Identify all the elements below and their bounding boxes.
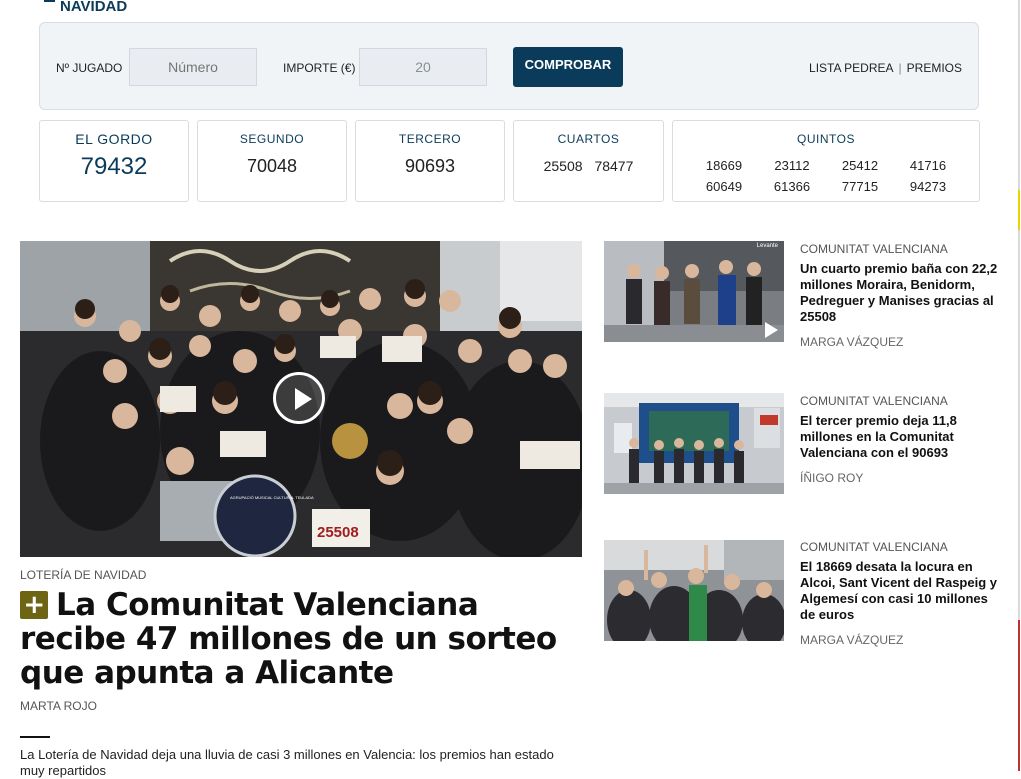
prize-quintos[interactable]: QUINTOS 18669 23112 25412 41716 60649 61… [672,120,980,202]
prize-title: QUINTOS [797,132,855,146]
play-icon[interactable] [273,372,325,424]
quinto-number: 60649 [705,179,743,194]
side-article-author[interactable]: ÍÑIGO ROY [800,471,863,485]
premios-link[interactable]: PREMIOS [907,61,962,75]
main-article-image[interactable]: 25508 AGRUPACIÓ MUSICAL CULTURAL TEULADA [20,241,582,557]
side-article-image[interactable] [604,393,784,494]
section-marker [44,0,55,2]
cuartos-numbers: 25508 78477 [514,158,663,174]
prize-tercero[interactable]: TERCERO 90693 [355,120,505,202]
cuarto-number: 25508 [543,158,583,174]
main-article-kicker[interactable]: LOTERÍA DE NAVIDAD [20,568,146,582]
sign-text: AGRUPACIÓ MUSICAL CULTURAL TEULADA [230,495,314,500]
side-article-title[interactable]: El tercer premio deja 11,8 millones en l… [800,413,1005,461]
check-button[interactable]: COMPROBAR [513,47,623,87]
side-article-author[interactable]: MARGA VÁZQUEZ [800,633,903,647]
prize-cuartos[interactable]: CUARTOS 25508 78477 [513,120,664,202]
prize-title: SEGUNDO [239,132,305,146]
lottery-checker-form: Nº JUGADO IMPORTE (€) 20 COMPROBAR LISTA… [39,22,979,110]
quinto-number: 25412 [841,158,879,173]
amount-label: IMPORTE (€) [283,61,356,75]
side-photo-3 [604,540,784,641]
plus-icon: + [20,591,48,619]
scrollbar-marker [1018,190,1020,230]
quinto-number: 23112 [774,158,810,173]
prize-number: 90693 [404,156,456,176]
quinto-number: 77715 [841,179,879,194]
number-input[interactable] [129,48,257,86]
side-article-kicker[interactable]: COMUNITAT VALENCIANA [800,540,948,554]
quinto-number: 61366 [773,179,811,194]
play-icon[interactable] [765,322,778,338]
side-photo-2 [604,393,784,494]
main-article-title[interactable]: La Comunitat Valenciana recibe 47 millon… [20,587,557,691]
side-photo-1 [604,241,784,342]
quintos-numbers: 18669 23112 25412 41716 60649 61366 7771… [673,158,979,194]
cuarto-number: 78477 [594,158,634,174]
prize-gordo[interactable]: EL GORDO 79432 [39,120,189,202]
ticket-number-text: 25508 [317,524,359,541]
prize-title: CUARTOS [557,132,620,146]
number-label: Nº JUGADO [56,61,123,75]
prize-number: 70048 [246,156,298,176]
side-article-image[interactable]: Levante [604,241,784,342]
watermark: Levante [756,243,778,249]
main-article-lead[interactable]: La Lotería de Navidad deja una lluvia de… [20,747,560,779]
checker-links: LISTA PEDREA | PREMIOS [809,61,962,75]
side-article-kicker[interactable]: COMUNITAT VALENCIANA [800,242,948,256]
side-article-kicker[interactable]: COMUNITAT VALENCIANA [800,394,948,408]
amount-input[interactable]: 20 [359,48,487,86]
prize-title: TERCERO [398,132,462,146]
link-separator: | [898,61,902,75]
prize-title: EL GORDO [75,131,153,147]
side-article-author[interactable]: MARGA VÁZQUEZ [800,335,903,349]
side-article-title[interactable]: El 18669 desata la locura en Alcoi, Sant… [800,559,1005,623]
divider [20,736,50,738]
main-article-headline[interactable]: + La Comunitat Valenciana recibe 47 millo… [20,588,585,690]
section-title[interactable]: NAVIDAD [44,0,127,15]
quinto-number: 18669 [705,158,743,173]
prize-segundo[interactable]: SEGUNDO 70048 [197,120,347,202]
section-title-text[interactable]: NAVIDAD [44,0,127,15]
prize-number: 79432 [80,153,148,180]
scrollbar-marker [1018,620,1020,771]
quinto-number: 94273 [909,179,947,194]
lista-pedrea-link[interactable]: LISTA PEDREA [809,61,893,75]
side-article-image[interactable] [604,540,784,641]
main-article-author[interactable]: MARTA ROJO [20,699,97,713]
quinto-number: 41716 [909,158,947,173]
side-article-title[interactable]: Un cuarto premio baña con 22,2 millones … [800,261,1005,325]
